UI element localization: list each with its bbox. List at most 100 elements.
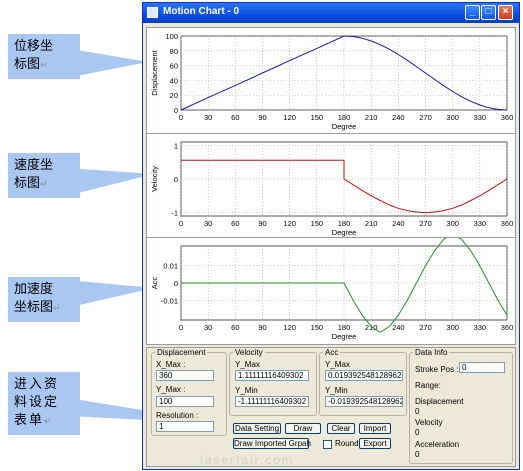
callout-text-line1: 进入资 [14, 377, 60, 392]
x-tick-label: 330 [474, 219, 487, 228]
y-axis-label: Displacement [150, 49, 159, 95]
x-axis-label: Degree [332, 228, 357, 237]
x-tick-label: 150 [311, 219, 324, 228]
x-tick-label: 180 [338, 219, 351, 228]
callout-text-line2: 料设定 [14, 395, 60, 410]
x-tick-label: 120 [283, 323, 296, 332]
x-tick-label: 270 [419, 113, 432, 122]
clear-button[interactable]: Clear [327, 423, 355, 434]
ymax-label: Y_Max : [156, 385, 186, 394]
acc-ymax-label: Y_Max [325, 360, 350, 369]
velocity-ymin-label: Y_Min [235, 386, 258, 395]
callout-text-line2: 标图 [14, 57, 41, 72]
x-tick-label: 60 [231, 113, 239, 122]
displacement-group-legend: Displacement [157, 348, 206, 357]
x-tick-label: 150 [311, 323, 324, 332]
callout-text-line2: 标图 [14, 176, 41, 191]
controls-panel: Displacement X_Max : 360 Y_Max : 100 Res… [146, 347, 516, 467]
paragraph-mark-icon: ↵ [44, 417, 54, 427]
x-tick-label: 360 [501, 323, 514, 332]
y-tick-label: 0 [174, 279, 178, 288]
ymax-input[interactable]: 100 [156, 396, 214, 407]
info-displacement-value: 0 [415, 407, 420, 416]
velocity-chart-svg: 0 30 60 90 120 150 180 210 240 270 300 330 360-101De… [150, 141, 514, 237]
maximize-button[interactable]: □ [481, 5, 496, 20]
y-tick-label: 20 [170, 91, 178, 100]
y-axis-label: Acc [150, 277, 159, 290]
y-tick-label: 0 [174, 175, 178, 184]
x-tick-label: 0 [179, 219, 183, 228]
x-tick-label: 30 [204, 323, 212, 332]
acc-ymax-input[interactable]: 0.0193925481289625 [325, 370, 403, 381]
info-velocity-label: Velocity [415, 418, 443, 427]
paragraph-mark-icon: ↵ [53, 304, 61, 314]
round-checkbox[interactable] [323, 440, 332, 449]
y-tick-label: 1 [174, 141, 178, 150]
x-tick-label: 270 [419, 219, 432, 228]
velocity-ymax-input[interactable]: 1.11111116409302 [235, 370, 309, 381]
xmax-input[interactable]: 360 [156, 370, 214, 381]
y-axis-label: Velocity [150, 166, 159, 192]
title-bar[interactable]: Motion Chart - 0 _ □ × [143, 3, 519, 23]
x-tick-label: 210 [365, 113, 378, 122]
x-tick-label: 180 [338, 323, 351, 332]
draw-button[interactable]: Draw [285, 423, 321, 434]
x-tick-label: 150 [311, 113, 324, 122]
y-tick-label: -0.01 [161, 297, 178, 306]
x-tick-label: 60 [231, 219, 239, 228]
y-tick-label: 40 [170, 76, 178, 85]
import-button[interactable]: Import [359, 423, 391, 434]
x-tick-label: 180 [338, 113, 351, 122]
callout-text-line2: 坐标图 [14, 300, 54, 315]
minimize-button[interactable]: _ [465, 5, 480, 20]
y-tick-label: 0 [174, 106, 178, 115]
acc-group-legend: Acc [325, 348, 339, 357]
paragraph-mark-icon: ↵ [40, 61, 48, 71]
displacement-chart-svg: 0 30 60 90 120 150 180 210 240 270 300 330 360 0 20 40 6… [150, 32, 513, 131]
data-info-group-legend: Data Info [415, 348, 448, 357]
acc-ymin-label: Y_Min [325, 386, 348, 395]
displacement-chart: 0 30 60 90 120 150 180 210 240 270 300 330 360 0 20 40 6… [146, 27, 516, 135]
x-tick-label: 300 [446, 113, 459, 122]
x-tick-label: 30 [204, 113, 212, 122]
x-tick-label: 270 [419, 323, 432, 332]
export-button[interactable]: Export [359, 438, 391, 449]
info-acceleration-value: 0 [415, 450, 420, 459]
x-tick-label: 240 [392, 219, 405, 228]
acc-ymin-input[interactable]: -0.0193925481289625 [325, 396, 403, 407]
x-tick-label: 0 [179, 323, 183, 332]
velocity-ymax-label: Y_Max [235, 360, 260, 369]
x-tick-label: 210 [365, 219, 378, 228]
callout-text-line3: 表单 [14, 413, 45, 428]
callout-text-line1: 加速度 [14, 282, 54, 297]
x-tick-label: 330 [474, 323, 487, 332]
xmax-label: X_Max : [156, 360, 186, 369]
x-tick-label: 120 [283, 219, 296, 228]
velocity-chart: 0 30 60 90 120 150 180 210 240 270 300 330 360 -1 0 1 De… [146, 133, 516, 241]
acc-chart-svg: 0 30 60 90 120 150 180 210 240 270 300 330 360 -0.01 0… [150, 238, 514, 341]
app-icon [147, 7, 158, 18]
y-tick-label: 60 [170, 62, 178, 71]
x-tick-label: 240 [392, 113, 405, 122]
x-tick-label: 330 [474, 113, 487, 122]
y-tick-label: 0.01 [163, 261, 178, 270]
resolution-input[interactable]: 1 [156, 421, 214, 432]
x-tick-label: 300 [446, 323, 459, 332]
x-tick-label: 60 [231, 323, 239, 332]
draw-imported-graph-button[interactable]: Draw Imported Grpah [233, 438, 311, 449]
x-tick-label: 210 [365, 323, 378, 332]
y-tick-label: 100 [165, 32, 178, 41]
close-button[interactable]: × [498, 5, 513, 20]
stroke-pos-input[interactable]: 0 [459, 362, 505, 373]
x-tick-label: 360 [501, 219, 514, 228]
data-setting-button[interactable]: Data Setting [233, 423, 281, 434]
velocity-ymin-input[interactable]: -1.11111116409302 [235, 396, 309, 407]
acc-chart: 0 30 60 90 120 150 180 210 240 270 300 330 360 -0.01 0… [146, 237, 516, 345]
info-displacement-label: Displacement [415, 397, 464, 406]
x-axis-label: Degree [332, 122, 357, 131]
stroke-pos-label: Stroke Pos : [415, 365, 459, 374]
info-velocity-value: 0 [415, 428, 420, 437]
velocity-group-legend: Velocity [235, 348, 263, 357]
x-axis-label: Degree [332, 332, 357, 341]
motion-chart-window: Motion Chart - 0 _ □ × 0 30 60 90 120 150 180 2… [142, 2, 520, 470]
